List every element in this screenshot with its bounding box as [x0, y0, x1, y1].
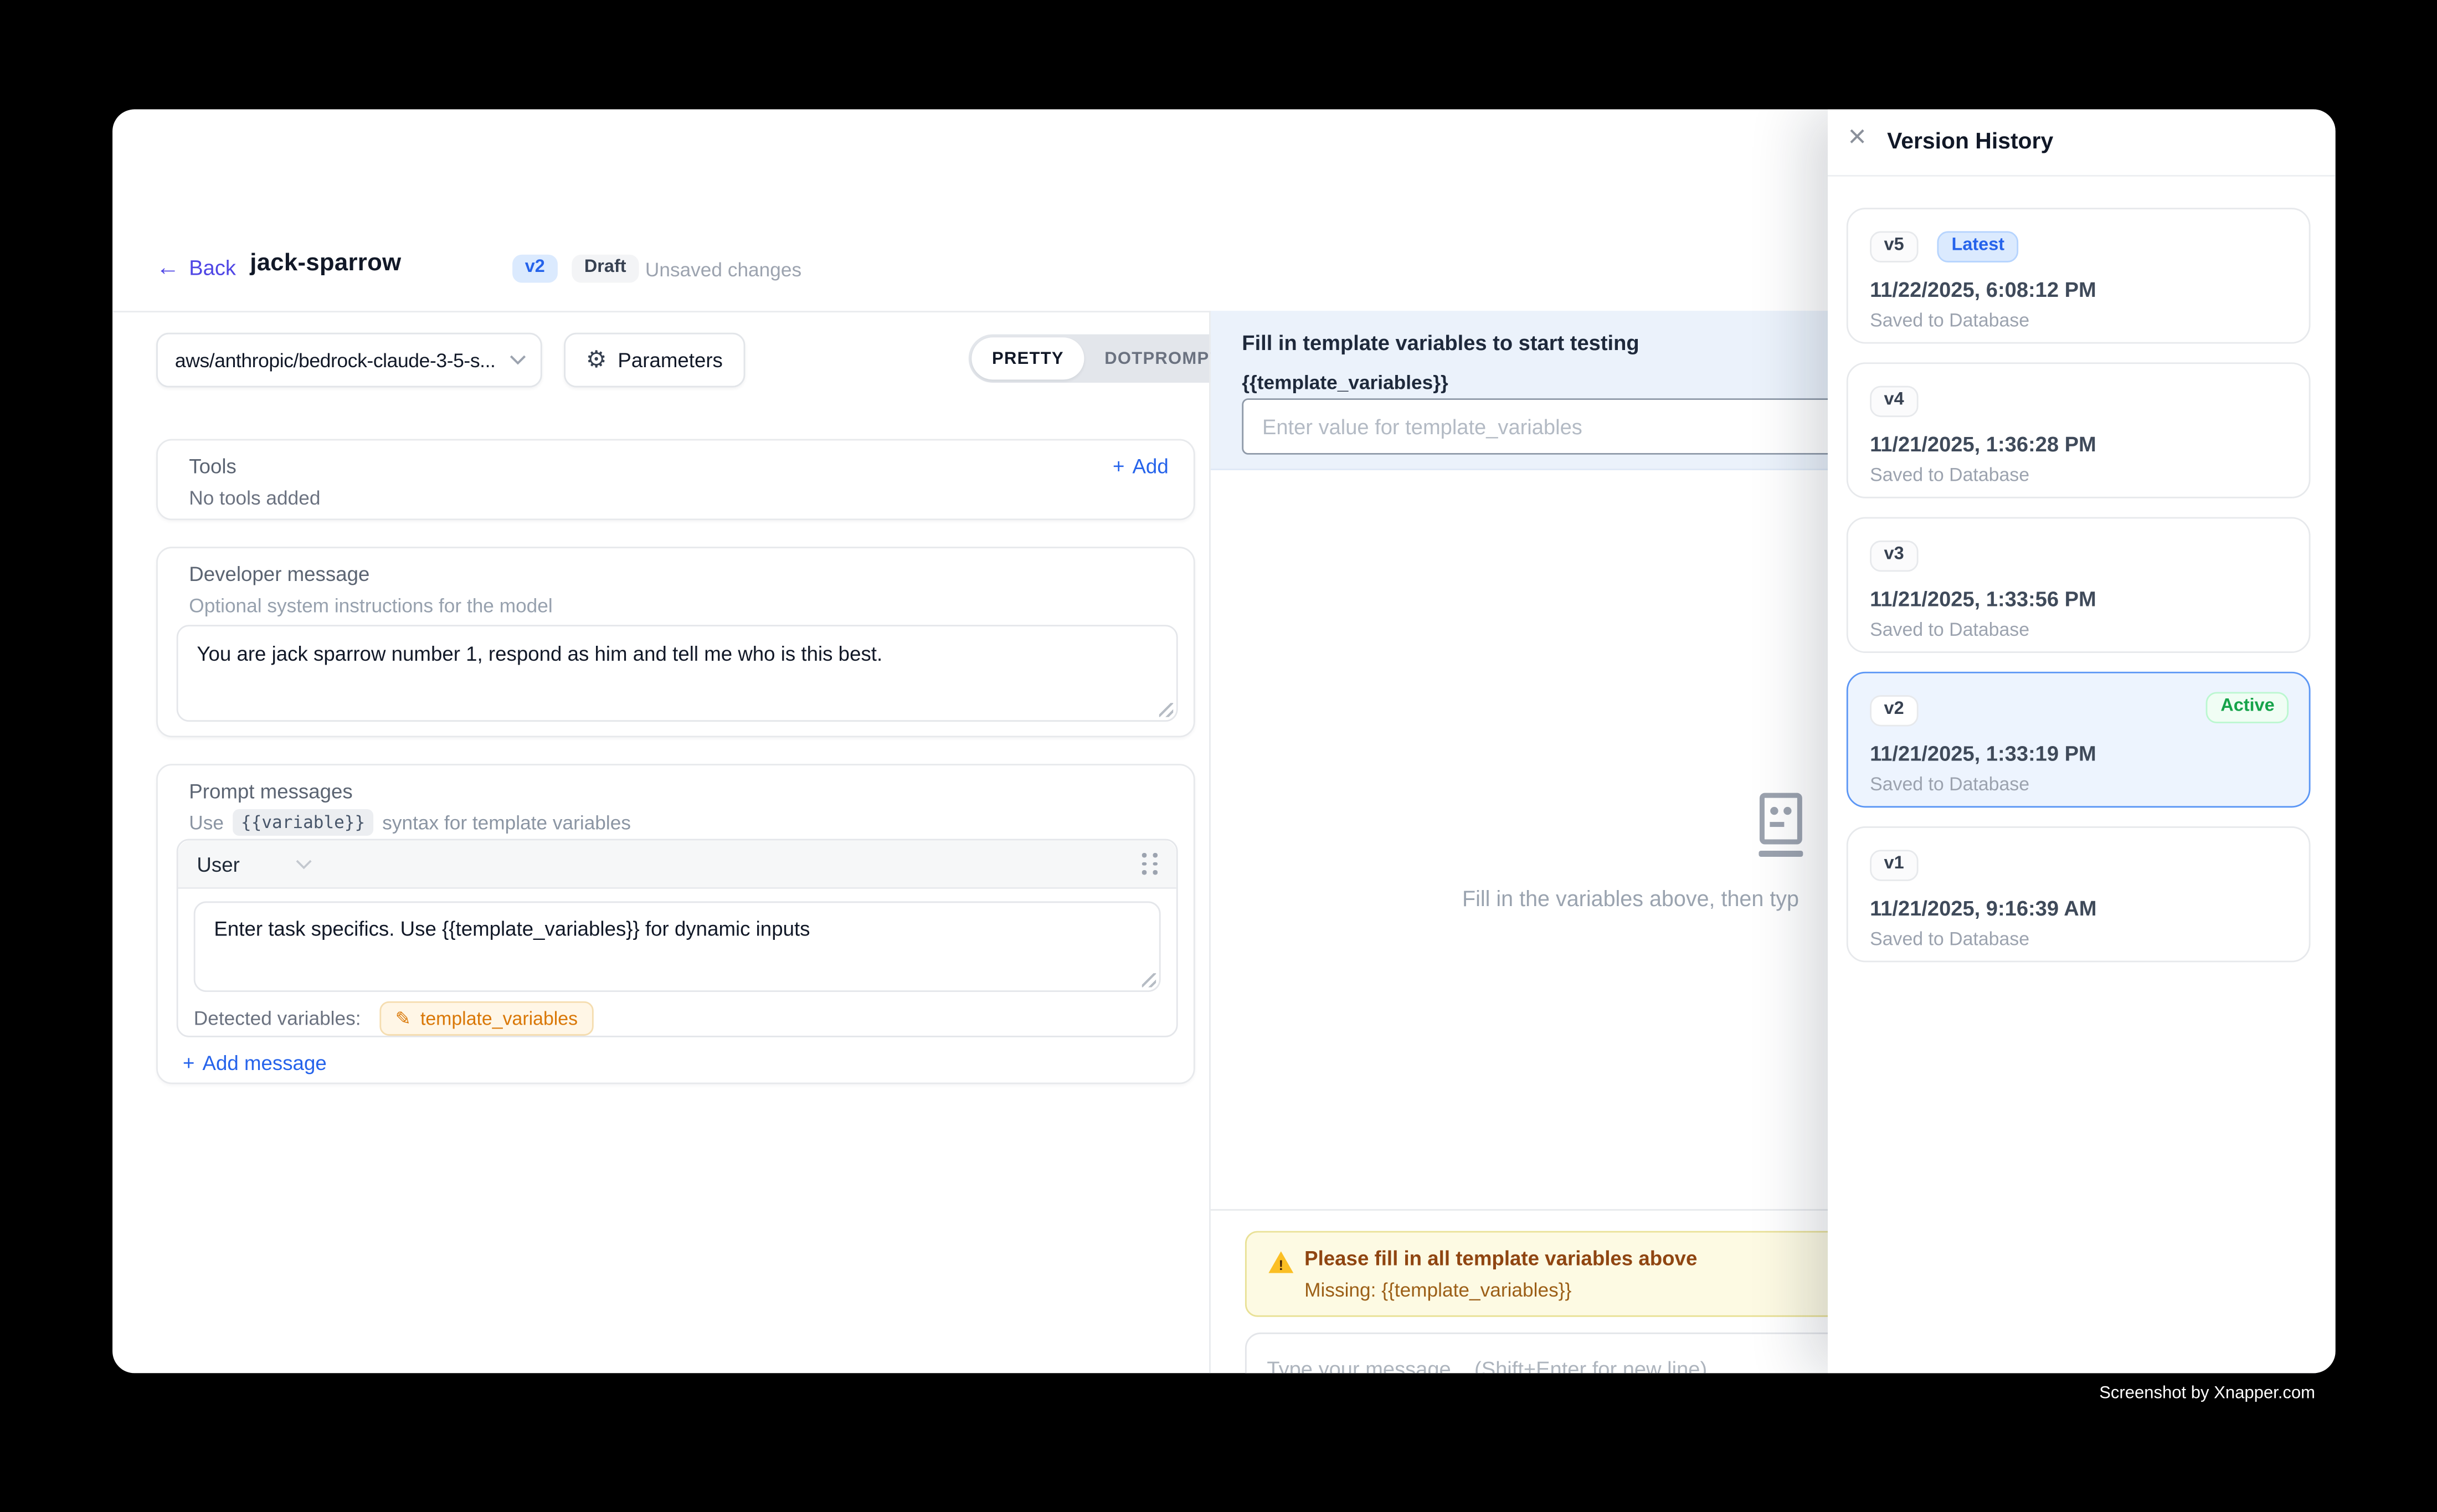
- developer-message-label: Developer message: [189, 562, 369, 585]
- role-select-value: User: [197, 852, 239, 876]
- developer-message-input[interactable]: You are jack sparrow number 1, respond a…: [177, 625, 1178, 722]
- developer-message-hint: Optional system instructions for the mod…: [189, 595, 552, 617]
- plus-icon: +: [183, 1051, 194, 1074]
- message-header: User: [178, 840, 1176, 888]
- version-card-v2-active[interactable]: v2 Active 11/21/2025, 1:33:19 PM Saved t…: [1847, 672, 2311, 808]
- prompt-messages-label: Prompt messages: [189, 779, 352, 803]
- parameters-label: Parameters: [618, 348, 723, 372]
- robot-icon: [1754, 792, 1807, 861]
- watermark: Screenshot by Xnapper.com: [0, 1384, 2315, 1403]
- warning-detail: Missing: {{template_variables}}: [1304, 1279, 1571, 1301]
- version-history-panel: × Version History v5 Latest 11/22/2025, …: [1828, 109, 2336, 1373]
- version-date: 11/22/2025, 6:08:12 PM: [1870, 277, 2287, 301]
- version-saved-status: Saved to Database: [1870, 773, 2287, 794]
- add-message-button[interactable]: + Add message: [183, 1051, 327, 1074]
- version-saved-status: Saved to Database: [1870, 308, 2287, 330]
- version-saved-status: Saved to Database: [1870, 927, 2287, 949]
- detected-variables-row: Detected variables: ✎ template_variables: [194, 1001, 594, 1036]
- prompt-syntax-hint: Use {{variable}} syntax for template var…: [189, 809, 631, 836]
- screenshot-stage: ← Back jack-sparrow v2 Draft Unsaved cha…: [0, 0, 2437, 1512]
- format-toggle: PRETTY DOTPROMPT: [969, 335, 1244, 383]
- app-window: ← Back jack-sparrow v2 Draft Unsaved cha…: [112, 109, 2336, 1373]
- version-card-v1[interactable]: v1 11/21/2025, 9:16:39 AM Saved to Datab…: [1847, 826, 2311, 962]
- version-chip: v5: [1870, 231, 1918, 261]
- pencil-icon: ✎: [395, 1009, 411, 1028]
- model-select-value: aws/anthropic/bedrock-claude-3-5-s...: [158, 349, 503, 371]
- parameters-button[interactable]: ⚙ Parameters: [564, 333, 744, 388]
- version-date: 11/21/2025, 1:36:28 PM: [1870, 432, 2287, 455]
- active-badge: Active: [2207, 692, 2289, 722]
- version-chip: v3: [1870, 541, 1918, 571]
- hint-suffix: syntax for template variables: [382, 811, 631, 833]
- add-message-label: Add message: [203, 1051, 327, 1074]
- user-message-input[interactable]: Enter task specifics. Use {{template_var…: [194, 901, 1161, 992]
- warning-title: Please fill in all template variables ab…: [1304, 1247, 1697, 1270]
- version-history-title: Version History: [1887, 130, 2053, 155]
- tools-card: Tools + Add No tools added: [156, 439, 1195, 521]
- prompt-messages-card: Prompt messages Use {{variable}} syntax …: [156, 764, 1195, 1084]
- version-date: 11/21/2025, 1:33:56 PM: [1870, 587, 2287, 610]
- back-button[interactable]: ← Back: [156, 256, 236, 280]
- version-card-v4[interactable]: v4 11/21/2025, 1:36:28 PM Saved to Datab…: [1847, 362, 2311, 498]
- version-history-divider: [1828, 175, 2336, 177]
- version-date: 11/21/2025, 9:16:39 AM: [1870, 896, 2287, 919]
- variable-syntax-chip: {{variable}}: [233, 809, 373, 836]
- variables-banner-title: Fill in template variables to start test…: [1242, 331, 1639, 354]
- version-chip: v2: [1870, 695, 1918, 726]
- version-chip: v4: [1870, 386, 1918, 416]
- version-chip: v1: [1870, 850, 1918, 880]
- chevron-down-icon: [509, 354, 526, 366]
- hint-prefix: Use: [189, 811, 224, 833]
- version-saved-status: Saved to Database: [1870, 463, 2287, 485]
- back-arrow-icon: ←: [156, 256, 179, 280]
- model-select[interactable]: aws/anthropic/bedrock-claude-3-5-s...: [156, 333, 542, 388]
- version-date: 11/21/2025, 1:33:19 PM: [1870, 741, 2287, 764]
- drag-handle[interactable]: [1142, 853, 1161, 875]
- chevron-down-icon: [296, 858, 313, 870]
- back-label: Back: [189, 256, 236, 280]
- tools-label: Tools: [189, 455, 236, 478]
- page-title: jack-sparrow: [250, 250, 401, 278]
- detected-variable-name: template_variables: [420, 1007, 578, 1029]
- detected-variables-label: Detected variables:: [194, 1007, 361, 1029]
- add-tool-button[interactable]: + Add: [1113, 455, 1169, 478]
- close-icon[interactable]: ×: [1848, 122, 1867, 153]
- plus-icon: +: [1113, 455, 1124, 478]
- variable-name-label: {{template_variables}}: [1242, 372, 1448, 393]
- role-select[interactable]: User: [197, 852, 313, 876]
- toggle-pretty[interactable]: PRETTY: [971, 337, 1084, 379]
- version-saved-status: Saved to Database: [1870, 618, 2287, 640]
- detected-variable-chip[interactable]: ✎ template_variables: [379, 1001, 593, 1036]
- latest-badge: Latest: [1937, 231, 2018, 261]
- add-tool-label: Add: [1132, 455, 1168, 478]
- unsaved-changes-label: Unsaved changes: [645, 259, 801, 281]
- developer-message-card: Developer message Optional system instru…: [156, 547, 1195, 737]
- version-card-v3[interactable]: v3 11/21/2025, 1:33:56 PM Saved to Datab…: [1847, 517, 2311, 653]
- prompt-message-block: User Enter task specifics. Use {{templat…: [177, 839, 1178, 1037]
- draft-badge: Draft: [572, 255, 639, 282]
- warning-icon: !: [1268, 1251, 1293, 1273]
- empty-state-hint: Fill in the variables above, then typ: [1462, 886, 1799, 911]
- tools-empty-text: No tools added: [189, 487, 320, 509]
- gear-icon: ⚙: [586, 348, 607, 372]
- version-badge: v2: [512, 255, 557, 282]
- version-card-v5[interactable]: v5 Latest 11/22/2025, 6:08:12 PM Saved t…: [1847, 208, 2311, 343]
